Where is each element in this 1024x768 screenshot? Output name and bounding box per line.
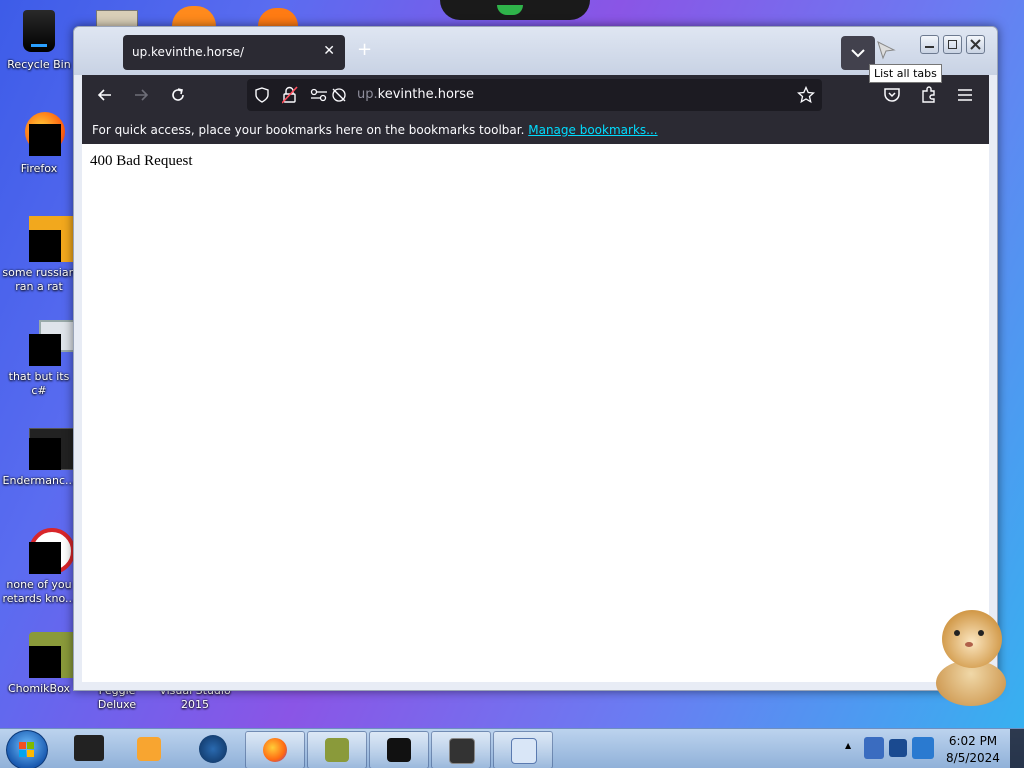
tray-icon-1[interactable]	[864, 737, 884, 759]
maximize-button[interactable]	[943, 35, 962, 54]
firefox-partial-icon	[172, 6, 216, 26]
taskbar-window[interactable]	[431, 731, 491, 768]
app-icon	[15, 214, 77, 262]
forward-button[interactable]	[131, 85, 151, 105]
chomikbox-icon	[15, 630, 77, 678]
desktop-icon-label: Recycle Bin	[7, 58, 71, 71]
tab-active[interactable]: up.kevinthe.horse/ ✕	[123, 35, 345, 70]
app-circle-icon	[15, 526, 75, 574]
bookmarks-hint-text: For quick access, place your bookmarks h…	[92, 123, 525, 137]
recycle-bin-icon	[15, 6, 63, 54]
clock[interactable]: 6:02 PM 8/5/2024	[940, 733, 1006, 767]
desktop-icon-russian-rat[interactable]: some russian ran a rat	[0, 214, 78, 294]
close-window-button[interactable]	[966, 35, 985, 54]
chomikbox-icon	[325, 738, 349, 762]
clock-date: 8/5/2024	[946, 751, 1000, 765]
taskbar-pinned-1[interactable]	[74, 735, 104, 761]
chevron-down-icon	[851, 49, 865, 58]
tray-icon-3[interactable]	[912, 737, 934, 759]
desktop-icon-label: Endermanc...	[2, 474, 76, 487]
reload-icon	[172, 88, 184, 101]
page-heading: 400 Bad Request	[90, 153, 193, 169]
tracking-blocked-icon	[332, 88, 346, 102]
permissions-icon	[310, 88, 327, 102]
tray-icon-2[interactable]	[889, 739, 907, 757]
desktop-icon-csharp[interactable]: that but its c#	[0, 318, 78, 398]
maximize-icon	[948, 40, 957, 49]
window-icon	[449, 738, 475, 764]
globe-icon[interactable]	[199, 735, 227, 763]
page-content: 400 Bad Request	[82, 144, 989, 682]
desktop-icon-recycle-bin[interactable]: Recycle Bin	[0, 6, 78, 72]
bookmarks-toolbar: For quick access, place your bookmarks h…	[82, 115, 989, 144]
tray-expand-icon[interactable]: ▲	[845, 741, 851, 750]
bookmarks-hint: For quick access, place your bookmarks h…	[92, 123, 658, 137]
tab-title: up.kevinthe.horse/	[132, 45, 245, 59]
tab-strip: up.kevinthe.horse/ ✕ +	[74, 27, 997, 75]
pocket-icon	[884, 88, 900, 102]
taskbar: ▲ 6:02 PM 8/5/2024	[0, 728, 1024, 768]
firefox-icon	[15, 110, 65, 158]
star-icon[interactable]	[797, 86, 815, 104]
new-tab-button[interactable]: +	[357, 39, 372, 60]
windows-logo-icon	[19, 742, 34, 757]
hamburger-icon	[958, 89, 972, 101]
reload-button[interactable]	[168, 85, 188, 105]
hamster-mascot	[928, 602, 1012, 710]
lock-warning-icon	[282, 86, 298, 104]
desktop-icon-label: that but its c#	[8, 370, 70, 397]
url-domain: kevinthe.horse	[377, 87, 475, 102]
desktop-icon-label: none of you retards kno...	[2, 578, 76, 605]
desktop-icon-endermanch[interactable]: Endermanc...	[0, 422, 79, 488]
browser-window: up.kevinthe.horse/ ✕ + List all tabs up.…	[73, 26, 998, 691]
media-player-icon[interactable]	[137, 737, 161, 761]
url-subdomain: up.	[357, 87, 378, 102]
windows-stack-icon	[15, 318, 75, 366]
close-icon	[970, 39, 981, 50]
minimize-button[interactable]	[920, 35, 939, 54]
desktop-icon-firefox[interactable]: Firefox	[0, 110, 78, 176]
shield-icon	[255, 87, 269, 103]
desktop-icon-none-of-you[interactable]: none of you retards kno...	[0, 526, 78, 606]
desktop-icon-label: ChomikBox	[8, 682, 70, 695]
taskbar-chomikbox[interactable]	[307, 731, 367, 768]
firefox-partial-icon-2	[258, 8, 298, 26]
desktop-icon-label: Firefox	[20, 162, 58, 175]
clock-time: 6:02 PM	[948, 734, 998, 748]
extensions-button[interactable]	[919, 85, 939, 105]
show-desktop-button[interactable]	[1010, 729, 1024, 768]
manage-bookmarks-link[interactable]: Manage bookmarks...	[528, 123, 657, 137]
firefox-icon	[263, 738, 287, 762]
menu-button[interactable]	[955, 85, 975, 105]
arrow-right-icon	[135, 89, 149, 101]
taskbar-firefox[interactable]	[245, 731, 305, 768]
back-button[interactable]	[95, 85, 115, 105]
puzzle-icon	[922, 86, 935, 103]
desktop-icon-chomikbox[interactable]: ChomikBox	[0, 630, 78, 696]
cursor-icon	[877, 41, 896, 60]
app-icon	[387, 738, 411, 762]
desktop-top-ornament	[440, 0, 590, 20]
taskbar-keyboard[interactable]	[493, 731, 553, 768]
taskbar-app-dark[interactable]	[369, 731, 429, 768]
desktop-icon-label: some russian ran a rat	[2, 266, 76, 293]
arrow-left-icon	[97, 89, 111, 101]
tooltip: List all tabs	[869, 64, 942, 83]
url-text: up.kevinthe.horse	[357, 87, 474, 102]
close-icon[interactable]: ✕	[323, 43, 335, 59]
pocket-button[interactable]	[882, 85, 902, 105]
url-bar[interactable]: up.kevinthe.horse	[247, 79, 822, 111]
nav-toolbar: up.kevinthe.horse	[82, 75, 989, 115]
keyboard-icon	[511, 738, 537, 764]
start-button[interactable]	[6, 730, 48, 768]
minimize-icon	[925, 46, 934, 48]
window-icon	[15, 422, 79, 470]
